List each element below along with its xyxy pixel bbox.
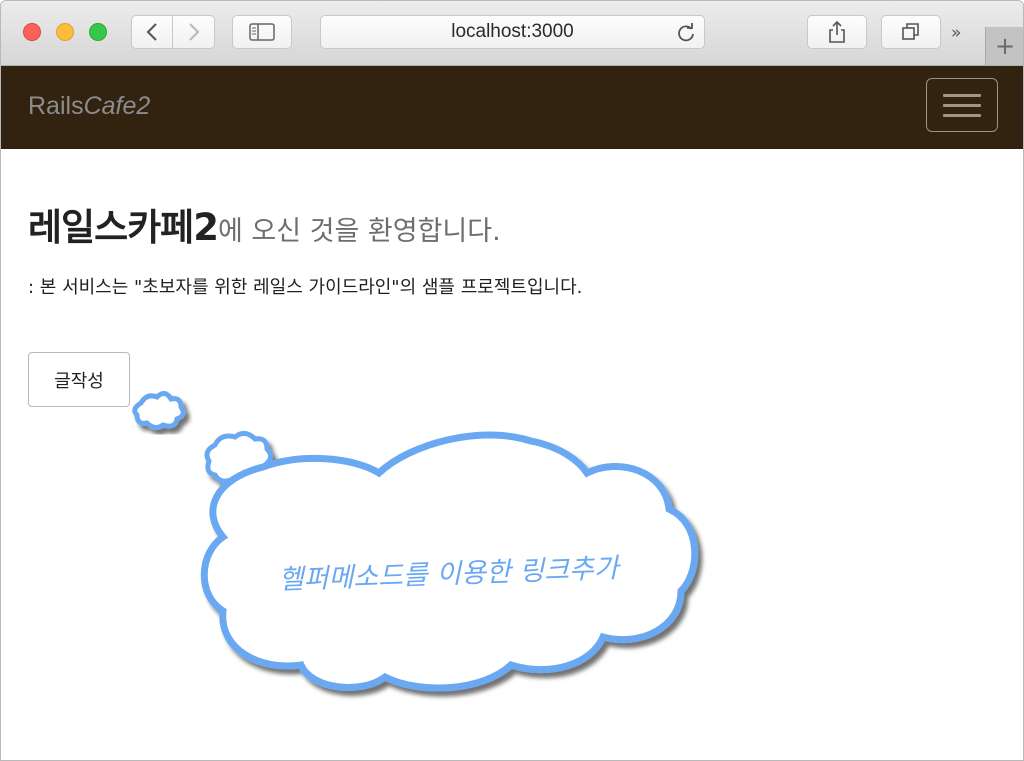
address-text: localhost:3000	[451, 21, 574, 42]
page-subtitle: : 본 서비스는 "초보자를 위한 레일스 가이드라인"의 샘플 프로젝트입니다…	[28, 277, 583, 298]
brand-regular: Rails	[28, 92, 84, 120]
toolbar-overflow-icon[interactable]: »	[951, 23, 962, 43]
main-cloud-shape	[200, 431, 699, 692]
medium-puff-shape	[204, 431, 273, 485]
write-post-button[interactable]: 글작성	[28, 352, 130, 407]
menu-toggle-button[interactable]	[926, 78, 998, 132]
brand-logo[interactable]: RailsCafe2	[28, 92, 150, 121]
close-window-button[interactable]	[23, 23, 41, 41]
page-title: 레일스카페2에 오신 것을 환영합니다.	[28, 197, 501, 251]
chevron-left-icon	[146, 23, 157, 41]
reload-icon[interactable]	[676, 23, 696, 43]
history-nav	[131, 15, 215, 49]
new-tab-button[interactable]: +	[985, 27, 1023, 65]
share-button[interactable]	[807, 15, 867, 49]
share-icon	[829, 21, 845, 43]
hamburger-bar	[943, 103, 981, 107]
browser-toolbar: localhost:3000 » +	[1, 1, 1023, 66]
back-button[interactable]	[131, 15, 173, 49]
sidebar-toggle-button[interactable]	[232, 15, 292, 49]
annotation-text: 헬퍼메소드를 이용한 링크추가	[278, 553, 622, 596]
show-tabs-button[interactable]	[881, 15, 941, 49]
zoom-window-button[interactable]	[89, 23, 107, 41]
forward-button[interactable]	[173, 15, 215, 49]
hamburger-bar	[943, 113, 981, 117]
brand-italic: Cafe2	[83, 92, 151, 120]
sidebar-icon	[249, 23, 275, 41]
page-title-bold: 레일스카페2	[28, 206, 219, 249]
minimize-window-button[interactable]	[56, 23, 74, 41]
browser-window: localhost:3000 » + RailsCafe2 레일스카페2에 오신…	[0, 0, 1024, 761]
tabs-overview-icon	[902, 23, 919, 40]
page-title-light: 에 오신 것을 환영합니다.	[217, 216, 501, 247]
hamburger-bar	[943, 93, 981, 97]
address-bar[interactable]: localhost:3000	[320, 15, 705, 49]
app-navbar: RailsCafe2	[1, 66, 1023, 149]
small-puff-shape	[132, 391, 186, 431]
chevron-right-icon	[188, 23, 199, 41]
